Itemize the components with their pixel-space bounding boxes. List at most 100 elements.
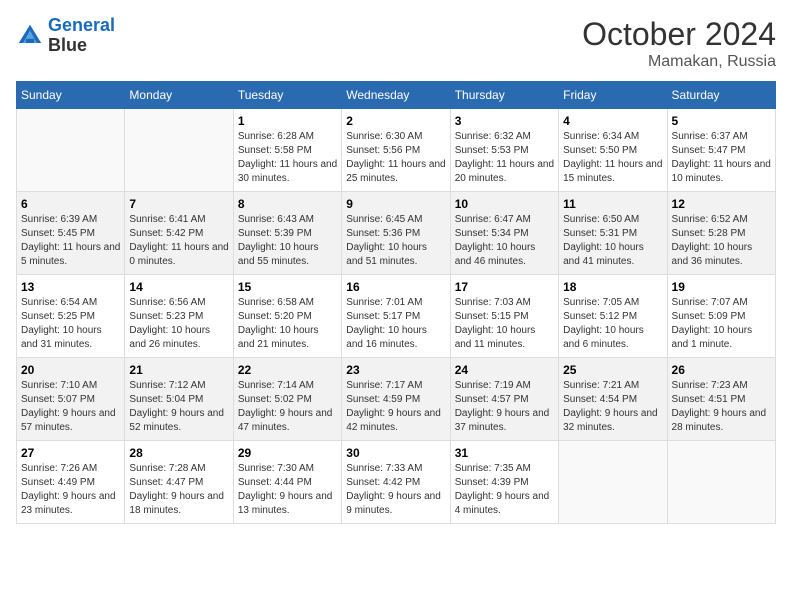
title-block: October 2024 Mamakan, Russia bbox=[582, 16, 776, 71]
table-row: 3 Sunrise: 6:32 AMSunset: 5:53 PMDayligh… bbox=[450, 109, 558, 192]
table-row: 9 Sunrise: 6:45 AMSunset: 5:36 PMDayligh… bbox=[342, 192, 450, 275]
table-row: 12 Sunrise: 6:52 AMSunset: 5:28 PMDaylig… bbox=[667, 192, 775, 275]
table-row: 5 Sunrise: 6:37 AMSunset: 5:47 PMDayligh… bbox=[667, 109, 775, 192]
col-tuesday: Tuesday bbox=[233, 82, 341, 109]
day-number: 4 bbox=[563, 114, 662, 128]
day-number: 14 bbox=[129, 280, 228, 294]
day-number: 6 bbox=[21, 197, 120, 211]
day-info: Sunrise: 7:26 AMSunset: 4:49 PMDaylight:… bbox=[21, 462, 120, 518]
table-row: 16 Sunrise: 7:01 AMSunset: 5:17 PMDaylig… bbox=[342, 275, 450, 358]
day-info: Sunrise: 7:07 AMSunset: 5:09 PMDaylight:… bbox=[672, 296, 771, 352]
day-number: 20 bbox=[21, 363, 120, 377]
day-info: Sunrise: 6:50 AMSunset: 5:31 PMDaylight:… bbox=[563, 213, 662, 269]
day-info: Sunrise: 7:19 AMSunset: 4:57 PMDaylight:… bbox=[455, 379, 554, 435]
day-number: 8 bbox=[238, 197, 337, 211]
table-row: 21 Sunrise: 7:12 AMSunset: 5:04 PMDaylig… bbox=[125, 358, 233, 441]
table-row: 30 Sunrise: 7:33 AMSunset: 4:42 PMDaylig… bbox=[342, 441, 450, 524]
day-info: Sunrise: 6:54 AMSunset: 5:25 PMDaylight:… bbox=[21, 296, 120, 352]
day-number: 17 bbox=[455, 280, 554, 294]
page-header: General Blue October 2024 Mamakan, Russi… bbox=[16, 16, 776, 71]
day-number: 3 bbox=[455, 114, 554, 128]
day-number: 22 bbox=[238, 363, 337, 377]
table-row: 18 Sunrise: 7:05 AMSunset: 5:12 PMDaylig… bbox=[559, 275, 667, 358]
day-info: Sunrise: 6:30 AMSunset: 5:56 PMDaylight:… bbox=[346, 130, 445, 186]
table-row: 28 Sunrise: 7:28 AMSunset: 4:47 PMDaylig… bbox=[125, 441, 233, 524]
col-sunday: Sunday bbox=[17, 82, 125, 109]
day-info: Sunrise: 6:43 AMSunset: 5:39 PMDaylight:… bbox=[238, 213, 337, 269]
day-number: 30 bbox=[346, 446, 445, 460]
logo-icon bbox=[16, 22, 44, 50]
day-info: Sunrise: 6:41 AMSunset: 5:42 PMDaylight:… bbox=[129, 213, 228, 269]
logo-blue: Blue bbox=[48, 35, 87, 55]
table-row: 10 Sunrise: 6:47 AMSunset: 5:34 PMDaylig… bbox=[450, 192, 558, 275]
day-info: Sunrise: 6:28 AMSunset: 5:58 PMDaylight:… bbox=[238, 130, 337, 186]
day-info: Sunrise: 6:52 AMSunset: 5:28 PMDaylight:… bbox=[672, 213, 771, 269]
col-thursday: Thursday bbox=[450, 82, 558, 109]
day-info: Sunrise: 7:23 AMSunset: 4:51 PMDaylight:… bbox=[672, 379, 771, 435]
day-info: Sunrise: 7:33 AMSunset: 4:42 PMDaylight:… bbox=[346, 462, 445, 518]
day-info: Sunrise: 7:14 AMSunset: 5:02 PMDaylight:… bbox=[238, 379, 337, 435]
table-row bbox=[17, 109, 125, 192]
day-number: 2 bbox=[346, 114, 445, 128]
day-info: Sunrise: 6:32 AMSunset: 5:53 PMDaylight:… bbox=[455, 130, 554, 186]
table-row: 26 Sunrise: 7:23 AMSunset: 4:51 PMDaylig… bbox=[667, 358, 775, 441]
day-info: Sunrise: 6:34 AMSunset: 5:50 PMDaylight:… bbox=[563, 130, 662, 186]
calendar-week-row: 1 Sunrise: 6:28 AMSunset: 5:58 PMDayligh… bbox=[17, 109, 776, 192]
calendar-week-row: 6 Sunrise: 6:39 AMSunset: 5:45 PMDayligh… bbox=[17, 192, 776, 275]
day-info: Sunrise: 6:45 AMSunset: 5:36 PMDaylight:… bbox=[346, 213, 445, 269]
table-row: 11 Sunrise: 6:50 AMSunset: 5:31 PMDaylig… bbox=[559, 192, 667, 275]
day-info: Sunrise: 7:28 AMSunset: 4:47 PMDaylight:… bbox=[129, 462, 228, 518]
day-number: 15 bbox=[238, 280, 337, 294]
table-row: 15 Sunrise: 6:58 AMSunset: 5:20 PMDaylig… bbox=[233, 275, 341, 358]
calendar-week-row: 13 Sunrise: 6:54 AMSunset: 5:25 PMDaylig… bbox=[17, 275, 776, 358]
logo-general: General bbox=[48, 15, 115, 35]
day-number: 1 bbox=[238, 114, 337, 128]
day-info: Sunrise: 7:12 AMSunset: 5:04 PMDaylight:… bbox=[129, 379, 228, 435]
day-number: 29 bbox=[238, 446, 337, 460]
table-row bbox=[125, 109, 233, 192]
day-number: 16 bbox=[346, 280, 445, 294]
day-number: 23 bbox=[346, 363, 445, 377]
calendar-week-row: 27 Sunrise: 7:26 AMSunset: 4:49 PMDaylig… bbox=[17, 441, 776, 524]
table-row: 25 Sunrise: 7:21 AMSunset: 4:54 PMDaylig… bbox=[559, 358, 667, 441]
day-number: 11 bbox=[563, 197, 662, 211]
table-row bbox=[667, 441, 775, 524]
day-number: 26 bbox=[672, 363, 771, 377]
day-number: 27 bbox=[21, 446, 120, 460]
day-number: 13 bbox=[21, 280, 120, 294]
calendar-header-row: Sunday Monday Tuesday Wednesday Thursday… bbox=[17, 82, 776, 109]
day-info: Sunrise: 7:17 AMSunset: 4:59 PMDaylight:… bbox=[346, 379, 445, 435]
table-row: 8 Sunrise: 6:43 AMSunset: 5:39 PMDayligh… bbox=[233, 192, 341, 275]
day-number: 5 bbox=[672, 114, 771, 128]
logo: General Blue bbox=[16, 16, 115, 56]
location: Mamakan, Russia bbox=[582, 53, 776, 71]
day-info: Sunrise: 6:58 AMSunset: 5:20 PMDaylight:… bbox=[238, 296, 337, 352]
table-row: 22 Sunrise: 7:14 AMSunset: 5:02 PMDaylig… bbox=[233, 358, 341, 441]
day-info: Sunrise: 6:37 AMSunset: 5:47 PMDaylight:… bbox=[672, 130, 771, 186]
table-row: 17 Sunrise: 7:03 AMSunset: 5:15 PMDaylig… bbox=[450, 275, 558, 358]
day-number: 28 bbox=[129, 446, 228, 460]
col-saturday: Saturday bbox=[667, 82, 775, 109]
day-info: Sunrise: 6:47 AMSunset: 5:34 PMDaylight:… bbox=[455, 213, 554, 269]
day-number: 24 bbox=[455, 363, 554, 377]
day-info: Sunrise: 7:35 AMSunset: 4:39 PMDaylight:… bbox=[455, 462, 554, 518]
table-row: 1 Sunrise: 6:28 AMSunset: 5:58 PMDayligh… bbox=[233, 109, 341, 192]
table-row: 4 Sunrise: 6:34 AMSunset: 5:50 PMDayligh… bbox=[559, 109, 667, 192]
day-number: 18 bbox=[563, 280, 662, 294]
table-row: 2 Sunrise: 6:30 AMSunset: 5:56 PMDayligh… bbox=[342, 109, 450, 192]
day-number: 31 bbox=[455, 446, 554, 460]
day-info: Sunrise: 7:21 AMSunset: 4:54 PMDaylight:… bbox=[563, 379, 662, 435]
table-row bbox=[559, 441, 667, 524]
col-friday: Friday bbox=[559, 82, 667, 109]
table-row: 24 Sunrise: 7:19 AMSunset: 4:57 PMDaylig… bbox=[450, 358, 558, 441]
day-info: Sunrise: 6:56 AMSunset: 5:23 PMDaylight:… bbox=[129, 296, 228, 352]
table-row: 29 Sunrise: 7:30 AMSunset: 4:44 PMDaylig… bbox=[233, 441, 341, 524]
day-number: 19 bbox=[672, 280, 771, 294]
day-number: 10 bbox=[455, 197, 554, 211]
day-number: 21 bbox=[129, 363, 228, 377]
table-row: 20 Sunrise: 7:10 AMSunset: 5:07 PMDaylig… bbox=[17, 358, 125, 441]
calendar-week-row: 20 Sunrise: 7:10 AMSunset: 5:07 PMDaylig… bbox=[17, 358, 776, 441]
calendar-table: Sunday Monday Tuesday Wednesday Thursday… bbox=[16, 81, 776, 524]
table-row: 7 Sunrise: 6:41 AMSunset: 5:42 PMDayligh… bbox=[125, 192, 233, 275]
col-wednesday: Wednesday bbox=[342, 82, 450, 109]
